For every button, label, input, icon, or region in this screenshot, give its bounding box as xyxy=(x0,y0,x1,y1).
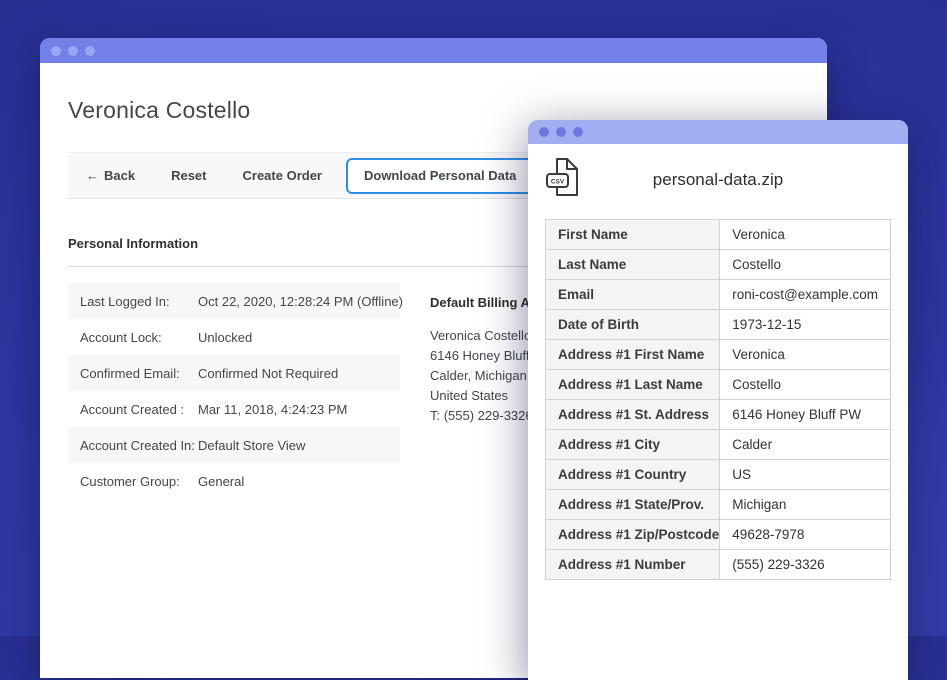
create-order-button[interactable]: Create Order xyxy=(225,168,340,183)
csv-table-row: Address #1 Zip/Postcode49628-7978 xyxy=(546,520,891,550)
info-row-value: Default Store View xyxy=(198,438,400,453)
info-row-label: Last Logged In: xyxy=(80,294,198,309)
window-control-dot[interactable] xyxy=(51,46,61,56)
csv-table-row: Address #1 CountryUS xyxy=(546,460,891,490)
info-row: Account Created In:Default Store View xyxy=(68,427,400,463)
csv-row-label: Date of Birth xyxy=(546,310,720,340)
csv-row-value: Veronica xyxy=(720,340,891,370)
csv-row-value: roni-cost@example.com xyxy=(720,280,891,310)
csv-table-row: Address #1 Number(555) 229-3326 xyxy=(546,550,891,580)
csv-table-row: Address #1 State/Prov.Michigan xyxy=(546,490,891,520)
info-row-value: Mar 11, 2018, 4:24:23 PM xyxy=(198,402,400,417)
download-personal-data-button[interactable]: Download Personal Data xyxy=(346,158,534,194)
csv-row-value: 49628-7978 xyxy=(720,520,891,550)
csv-row-value: US xyxy=(720,460,891,490)
back-button-label: Back xyxy=(104,168,135,183)
csv-row-value: 6146 Honey Bluff PW xyxy=(720,400,891,430)
info-row-value: Oct 22, 2020, 12:28:24 PM (Offline) xyxy=(198,294,403,309)
personal-data-table: First NameVeronicaLast NameCostelloEmail… xyxy=(545,219,891,580)
info-row-value: Unlocked xyxy=(198,330,400,345)
csv-row-value: Costello xyxy=(720,370,891,400)
csv-table-body: First NameVeronicaLast NameCostelloEmail… xyxy=(546,220,891,580)
info-row: Confirmed Email:Confirmed Not Required xyxy=(68,355,400,391)
csv-row-label: Address #1 Zip/Postcode xyxy=(546,520,720,550)
csv-table-row: Address #1 Last NameCostello xyxy=(546,370,891,400)
csv-row-label: Address #1 Country xyxy=(546,460,720,490)
csv-table-row: Last NameCostello xyxy=(546,250,891,280)
window-control-dot[interactable] xyxy=(573,127,583,137)
info-row: Last Logged In:Oct 22, 2020, 12:28:24 PM… xyxy=(68,283,400,319)
personal-data-file-window: CSV personal-data.zip First NameVeronica… xyxy=(528,120,908,680)
window-titlebar xyxy=(528,120,908,144)
csv-row-value: Calder xyxy=(720,430,891,460)
file-name: personal-data.zip xyxy=(528,170,908,190)
csv-table-row: Emailroni-cost@example.com xyxy=(546,280,891,310)
info-row-label: Account Created : xyxy=(80,402,198,417)
csv-row-value: Veronica xyxy=(720,220,891,250)
info-row-label: Account Created In: xyxy=(80,438,198,453)
info-row-label: Account Lock: xyxy=(80,330,198,345)
csv-table-row: Address #1 St. Address6146 Honey Bluff P… xyxy=(546,400,891,430)
window-control-dot[interactable] xyxy=(539,127,549,137)
info-row-label: Customer Group: xyxy=(80,474,198,489)
csv-table-row: First NameVeronica xyxy=(546,220,891,250)
personal-info-table: Last Logged In:Oct 22, 2020, 12:28:24 PM… xyxy=(68,283,400,499)
csv-table-row: Address #1 First NameVeronica xyxy=(546,340,891,370)
csv-row-label: Address #1 St. Address xyxy=(546,400,720,430)
csv-row-label: Address #1 Number xyxy=(546,550,720,580)
window-titlebar xyxy=(40,38,827,63)
csv-row-label: Email xyxy=(546,280,720,310)
csv-row-label: First Name xyxy=(546,220,720,250)
csv-table-row: Date of Birth1973-12-15 xyxy=(546,310,891,340)
info-row: Account Created :Mar 11, 2018, 4:24:23 P… xyxy=(68,391,400,427)
back-arrow-icon: ← xyxy=(86,168,99,183)
back-button[interactable]: ← Back xyxy=(68,168,153,183)
csv-row-value: 1973-12-15 xyxy=(720,310,891,340)
csv-row-value: Michigan xyxy=(720,490,891,520)
window-control-dot[interactable] xyxy=(85,46,95,56)
csv-row-label: Last Name xyxy=(546,250,720,280)
info-row-value: General xyxy=(198,474,400,489)
csv-table-row: Address #1 CityCalder xyxy=(546,430,891,460)
info-row: Account Lock:Unlocked xyxy=(68,319,400,355)
info-row-label: Confirmed Email: xyxy=(80,366,198,381)
csv-row-label: Address #1 Last Name xyxy=(546,370,720,400)
csv-row-label: Address #1 First Name xyxy=(546,340,720,370)
csv-row-value: Costello xyxy=(720,250,891,280)
csv-row-label: Address #1 City xyxy=(546,430,720,460)
file-header: CSV personal-data.zip xyxy=(528,144,908,219)
reset-button[interactable]: Reset xyxy=(153,168,224,183)
personal-information-section-title: Personal Information xyxy=(68,236,198,251)
info-row-value: Confirmed Not Required xyxy=(198,366,400,381)
info-row: Customer Group:General xyxy=(68,463,400,499)
csv-row-label: Address #1 State/Prov. xyxy=(546,490,720,520)
window-control-dot[interactable] xyxy=(68,46,78,56)
csv-row-value: (555) 229-3326 xyxy=(720,550,891,580)
window-control-dot[interactable] xyxy=(556,127,566,137)
